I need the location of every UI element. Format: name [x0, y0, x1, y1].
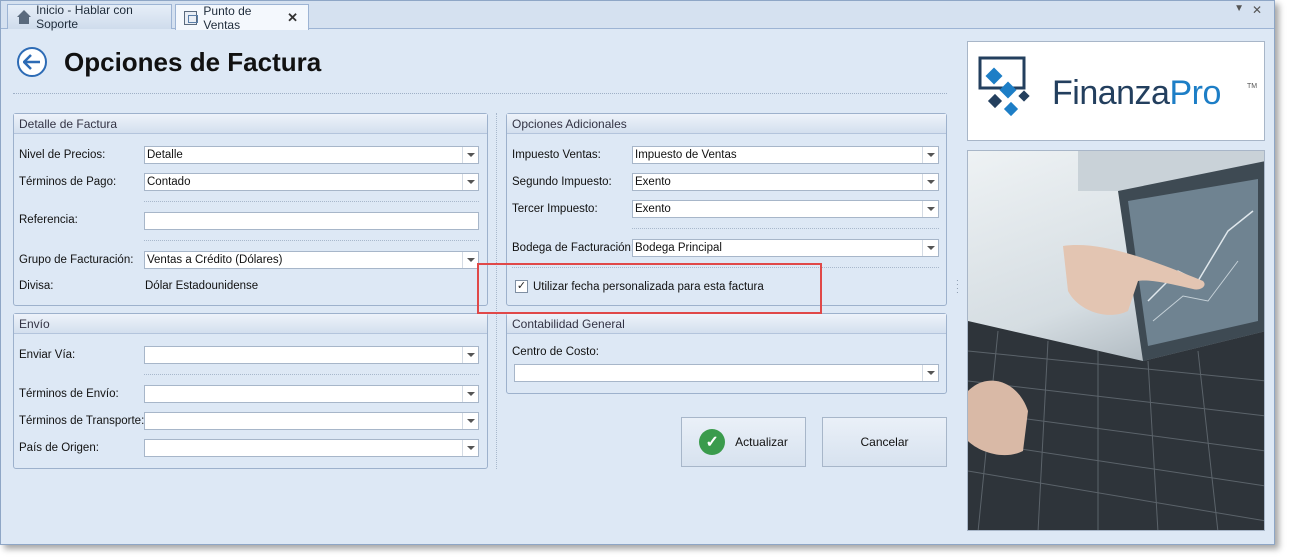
chevron-down-icon[interactable]	[922, 240, 938, 256]
group-title: Envío	[14, 314, 487, 334]
chevron-down-icon[interactable]	[462, 347, 478, 363]
cancel-label: Cancelar	[860, 435, 909, 449]
chevron-down-icon[interactable]	[922, 147, 938, 163]
trademark-mark: TM	[1247, 83, 1258, 90]
origin-country-select[interactable]	[144, 439, 479, 457]
price-level-label: Nivel de Precios:	[19, 149, 106, 161]
header-divider	[13, 93, 947, 94]
tab-label: Inicio - Hablar con Soporte	[36, 3, 133, 31]
ship-via-select[interactable]	[144, 346, 479, 364]
chevron-down-icon[interactable]	[462, 174, 478, 190]
origin-country-label: País de Origen:	[19, 442, 99, 454]
group-title: Detalle de Factura	[14, 114, 487, 134]
laptop-image	[968, 151, 1264, 530]
laptop-photo	[967, 150, 1265, 531]
logo-panel: FinanzaPro	[967, 41, 1265, 141]
chevron-down-icon[interactable]	[922, 174, 938, 190]
tab-label: Punto de Ventas	[203, 3, 252, 32]
sales-tax-value: Impuesto de Ventas	[635, 149, 737, 161]
group-title: Contabilidad General	[507, 314, 946, 334]
tab-inicio[interactable]: Inicio - Hablar con Soporte	[7, 3, 172, 31]
payment-terms-value: Contado	[147, 176, 191, 188]
chevron-down-icon[interactable]	[462, 440, 478, 456]
chevron-down-icon[interactable]	[462, 147, 478, 163]
finanzapro-logo-icon	[978, 56, 1030, 117]
arrow-left-icon	[23, 54, 40, 70]
check-circle-icon: ✓	[699, 429, 726, 455]
third-tax-label: Tercer Impuesto:	[512, 203, 598, 215]
splitter-handle[interactable]: · · · ·	[956, 277, 959, 297]
chevron-down-icon[interactable]	[462, 252, 478, 268]
transport-terms-select[interactable]	[144, 412, 479, 430]
ship-via-label: Enviar Vía:	[19, 349, 76, 361]
chevron-down-icon[interactable]	[922, 201, 938, 217]
close-window-icon[interactable]: ✕	[1252, 3, 1262, 17]
separator	[144, 240, 479, 241]
second-tax-value: Exento	[635, 176, 671, 188]
sales-tax-select[interactable]: Impuesto de Ventas	[632, 146, 939, 164]
update-label: Actualizar	[735, 435, 788, 449]
point-of-sale-icon	[184, 10, 199, 25]
currency-label: Divisa:	[19, 280, 54, 292]
third-tax-select[interactable]: Exento	[632, 200, 939, 218]
cost-center-select[interactable]	[514, 364, 939, 382]
tab-list-dropdown-icon[interactable]: ▼	[1234, 3, 1244, 14]
tab-strip: Inicio - Hablar con Soporte Punto de Ven…	[1, 1, 1274, 32]
tab-punto-de-ventas[interactable]: Punto de Ventas ✕	[175, 3, 309, 32]
separator	[632, 228, 939, 229]
separator	[144, 201, 479, 202]
billing-group-select[interactable]: Ventas a Crédito (Dólares)	[144, 251, 479, 269]
shipping-terms-select[interactable]	[144, 385, 479, 403]
chevron-down-icon[interactable]	[462, 413, 478, 429]
payment-terms-label: Términos de Pago:	[19, 176, 117, 188]
reference-label: Referencia:	[19, 214, 78, 226]
home-icon	[16, 10, 32, 24]
reference-input[interactable]	[144, 212, 479, 230]
close-tab-icon[interactable]: ✕	[287, 10, 298, 26]
brand-name: Finanza	[1052, 74, 1170, 112]
warehouse-select[interactable]: Bodega Principal	[632, 239, 939, 257]
chevron-down-icon[interactable]	[922, 365, 938, 381]
sales-tax-label: Impuesto Ventas:	[512, 149, 601, 161]
third-tax-value: Exento	[635, 203, 671, 215]
warehouse-label: Bodega de Facturación:	[512, 242, 635, 254]
shipping-terms-label: Términos de Envío:	[19, 388, 119, 400]
group-title: Opciones Adicionales	[507, 114, 946, 134]
billing-group-label: Grupo de Facturación:	[19, 254, 134, 266]
price-level-value: Detalle	[147, 149, 183, 161]
brand-logo-text: FinanzaPro	[1052, 74, 1221, 113]
separator	[144, 374, 479, 375]
chevron-down-icon[interactable]	[462, 386, 478, 402]
currency-value: Dólar Estadounidense	[145, 280, 259, 292]
payment-terms-select[interactable]: Contado	[144, 173, 479, 191]
billing-group-value: Ventas a Crédito (Dólares)	[147, 254, 283, 266]
page-title: Opciones de Factura	[64, 47, 322, 77]
update-button[interactable]: ✓ Actualizar	[681, 417, 806, 467]
second-tax-select[interactable]: Exento	[632, 173, 939, 191]
invoice-detail-group: Detalle de Factura	[13, 113, 488, 306]
application-window: Inicio - Hablar con Soporte Punto de Ven…	[0, 0, 1275, 545]
cancel-button[interactable]: Cancelar	[822, 417, 947, 467]
cost-center-label: Centro de Costo:	[512, 346, 599, 358]
second-tax-label: Segundo Impuesto:	[512, 176, 612, 188]
back-button[interactable]	[17, 47, 47, 77]
brand-accent: Pro	[1169, 74, 1221, 112]
transport-terms-label: Términos de Transporte:	[19, 415, 145, 427]
warehouse-value: Bodega Principal	[635, 242, 722, 254]
price-level-select[interactable]: Detalle	[144, 146, 479, 164]
highlight-box	[477, 263, 822, 314]
